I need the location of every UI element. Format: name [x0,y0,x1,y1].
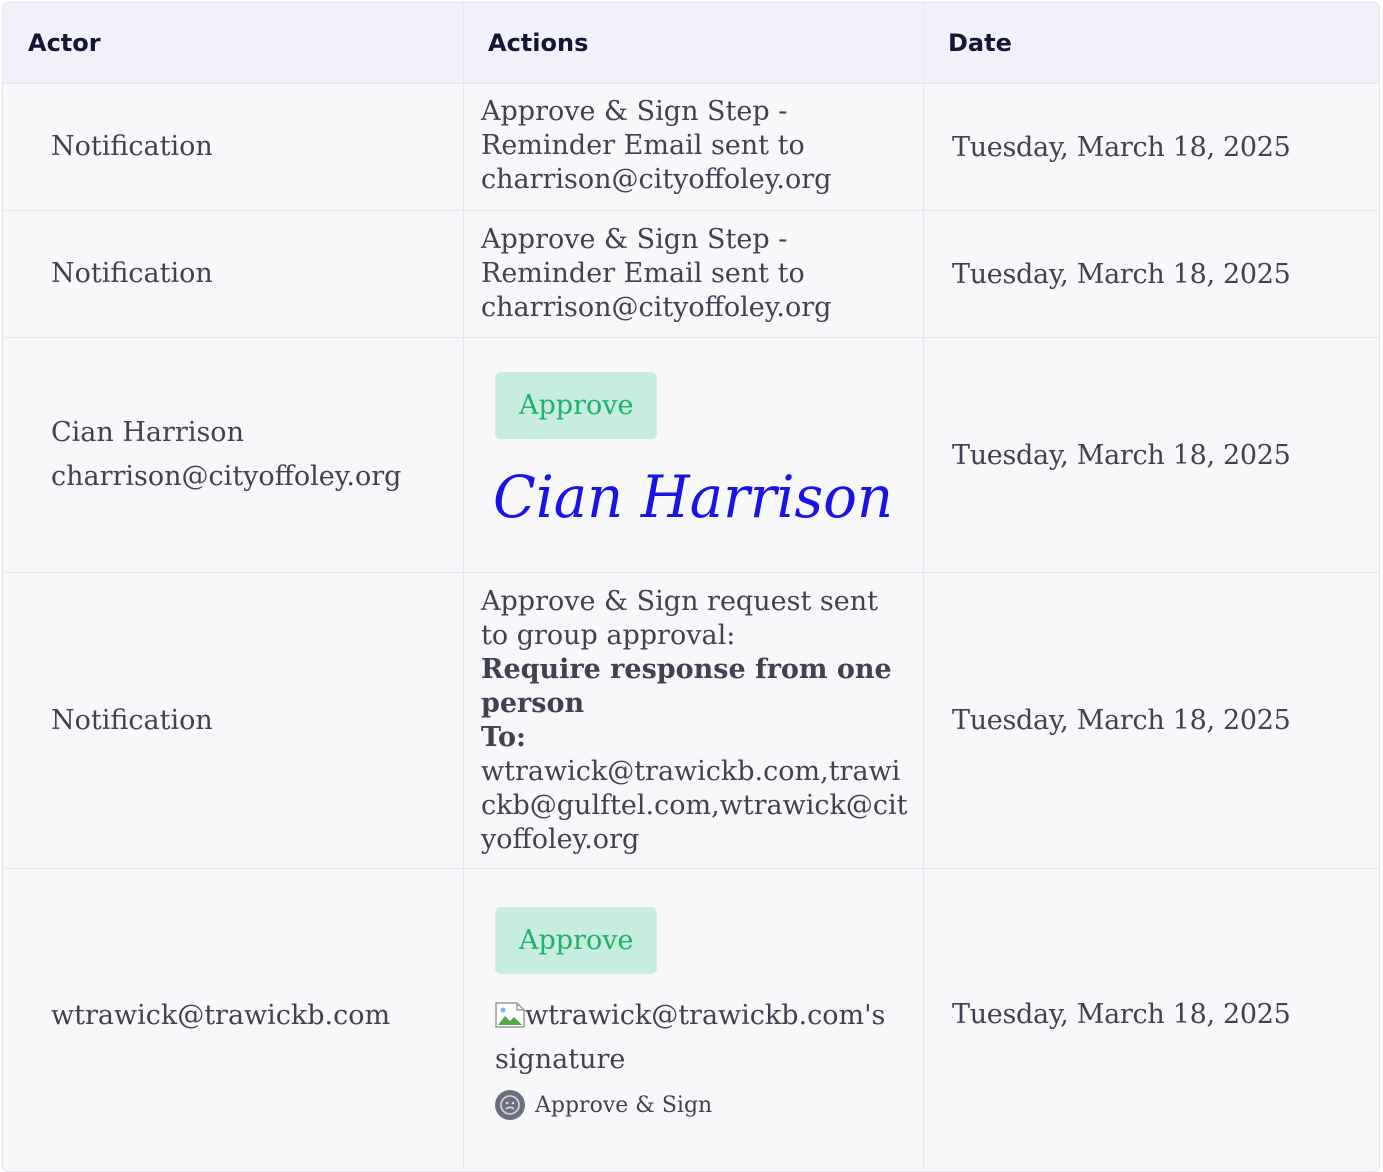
table-row: Notification Approve & Sign Step - Remin… [3,84,1379,211]
table-row: Notification Approve & Sign request sent… [3,573,1379,869]
table-row: wtrawick@trawickb.com Approve wtrawick@t… [3,869,1379,1169]
column-header-actor[interactable]: Actor [28,29,101,57]
sad-face-icon [495,1090,525,1120]
broken-image-icon [495,998,525,1028]
to-label: To: [481,721,526,753]
column-header-date[interactable]: Date [948,29,1012,57]
action-stack: Approve wtrawick@trawickb.com's signatur… [481,907,895,1120]
audit-trail-table: Actor Actions Date Notification Approve … [2,2,1380,1172]
actor-label: Notification [51,704,213,736]
date-text: Tuesday, March 18, 2025 [952,258,1291,290]
date-text: Tuesday, March 18, 2025 [952,439,1291,471]
date-text: Tuesday, March 18, 2025 [952,999,1291,1030]
column-header-actions[interactable]: Actions [488,29,588,57]
approve-badge: Approve [495,371,658,439]
table-row: Cian Harrison charrison@cityoffoley.org … [3,338,1379,573]
actor-label: Notification [51,258,213,289]
actor-email: charrison@cityoffoley.org [51,461,402,492]
actor-info: Cian Harrison charrison@cityoffoley.org [51,416,401,494]
actor-label: Notification [51,131,213,162]
step-indicator: Approve & Sign [495,1090,712,1120]
step-label: Approve & Sign [535,1092,713,1118]
signature-alt-text: wtrawick@trawickb.com's signature [495,1000,886,1075]
approve-badge: Approve [495,907,658,974]
action-text: Approve & Sign request sent to group app… [481,585,909,857]
action-requirement: Require response from one person [481,653,892,719]
actor-name: Cian Harrison [51,417,244,448]
date-text: Tuesday, March 18, 2025 [952,131,1291,163]
signature-image-broken: wtrawick@trawickb.com's signature [495,994,895,1082]
actor-label: wtrawick@trawickb.com [51,1000,391,1031]
action-stack: Approve Cian Harrison [481,371,901,539]
action-text: Approve & Sign Step - Reminder Email sen… [481,96,832,195]
table-header: Actor Actions Date [3,3,1379,84]
signature-script: Cian Harrison [493,463,893,531]
action-text: Approve & Sign Step - Reminder Email sen… [481,224,832,323]
signature-image: Cian Harrison [491,453,901,539]
date-text: Tuesday, March 18, 2025 [952,705,1291,736]
table-row: Notification Approve & Sign Step - Remin… [3,211,1379,338]
recipients-list: wtrawick@trawickb.com,trawickb@gulftel.c… [481,755,908,855]
action-intro: Approve & Sign request sent to group app… [481,585,878,651]
